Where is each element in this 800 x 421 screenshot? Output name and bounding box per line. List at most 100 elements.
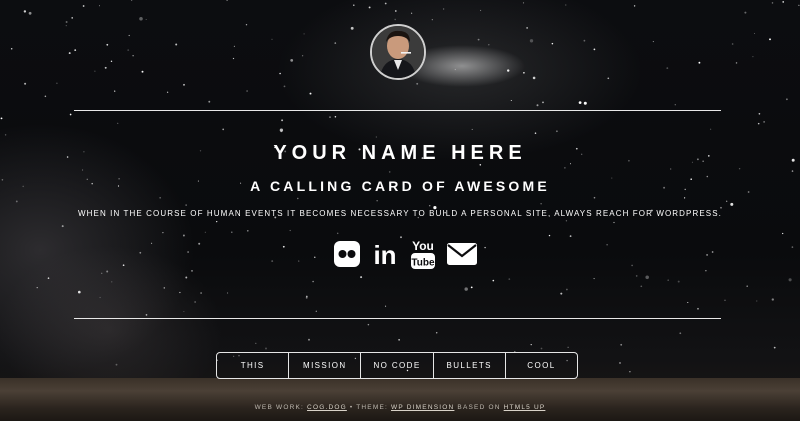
star: [529, 39, 534, 43]
star: [583, 39, 586, 42]
star: [384, 2, 387, 5]
star: [394, 10, 397, 12]
star: [735, 62, 738, 64]
flickr-link[interactable]: [333, 240, 361, 273]
star: [398, 339, 400, 341]
star: [166, 91, 169, 93]
star: [309, 92, 312, 95]
star: [771, 298, 774, 301]
star: [175, 43, 178, 46]
star: [183, 310, 185, 313]
star: [507, 69, 510, 72]
star: [82, 5, 85, 7]
star: [400, 236, 402, 239]
star: [162, 231, 164, 234]
main-nav: THIS MISSION NO CODE BULLETS COOL: [216, 352, 578, 379]
star: [301, 55, 304, 57]
star: [758, 112, 761, 115]
star: [697, 307, 699, 310]
footer-link-html5-up[interactable]: HTML5 UP: [504, 404, 546, 411]
footer-link-wp-dimension[interactable]: WP DIMENSION: [391, 404, 454, 411]
bottom-divider: [74, 318, 721, 319]
nav-item-mission[interactable]: MISSION: [289, 353, 362, 378]
intro-text: WHEN IN THE COURSE OF HUMAN EVENTS IT BE…: [77, 209, 722, 218]
star: [782, 1, 785, 3]
star: [523, 71, 525, 74]
nav-item-this[interactable]: THIS: [217, 353, 290, 378]
star: [738, 167, 741, 170]
star: [232, 57, 235, 60]
nav-item-cool[interactable]: COOL: [506, 353, 577, 378]
star: [226, 0, 228, 1]
star: [187, 251, 189, 253]
nav-item-bullets[interactable]: BULLETS: [434, 353, 506, 378]
footer-link-cog-dog[interactable]: COG.DOG: [307, 404, 347, 411]
star: [593, 278, 595, 280]
star: [454, 68, 456, 71]
star: [204, 231, 206, 233]
star: [726, 200, 728, 202]
star: [127, 49, 130, 51]
star: [122, 264, 125, 267]
star: [139, 17, 143, 21]
star: [139, 251, 142, 254]
star: [480, 9, 482, 12]
star: [104, 66, 107, 69]
star: [709, 128, 712, 130]
star: [791, 246, 794, 248]
star: [145, 18, 147, 21]
star: [281, 119, 284, 122]
star: [279, 72, 281, 75]
planet-horizon: [0, 378, 800, 421]
flickr-icon: [334, 240, 360, 267]
star: [756, 300, 758, 302]
youtube-link[interactable]: You Tube: [410, 238, 436, 275]
star: [394, 18, 396, 21]
star: [679, 332, 682, 335]
star: [151, 242, 153, 244]
email-link[interactable]: [446, 241, 478, 272]
star: [470, 286, 473, 289]
star: [791, 170, 794, 172]
star: [222, 128, 225, 131]
star: [565, 4, 567, 6]
star: [334, 42, 337, 44]
star: [179, 291, 181, 294]
star: [746, 285, 748, 287]
star: [227, 292, 229, 294]
star: [798, 4, 800, 6]
star: [560, 292, 563, 295]
star: [182, 234, 185, 237]
star: [98, 5, 101, 7]
star: [106, 43, 109, 46]
star: [773, 346, 776, 349]
star: [353, 4, 355, 6]
star: [305, 296, 308, 299]
avatar: [370, 24, 426, 80]
star: [674, 104, 676, 106]
youtube-icon-bottom-text: Tube: [411, 257, 435, 268]
star: [24, 82, 27, 85]
star: [477, 38, 480, 41]
star: [769, 38, 771, 41]
footer-prefix: WEB WORK:: [254, 404, 308, 411]
star: [744, 11, 747, 14]
star: [265, 347, 267, 350]
star: [782, 232, 784, 235]
star: [71, 17, 74, 19]
site-title: YOUR NAME HERE: [273, 142, 527, 164]
star: [565, 220, 568, 222]
star: [786, 98, 788, 101]
star: [101, 272, 103, 274]
star: [567, 346, 569, 348]
footer-credits: WEB WORK: COG.DOG • THEME: WP DIMENSION …: [0, 404, 800, 411]
star: [74, 49, 77, 51]
footer-suffix: BASED ON: [454, 404, 504, 411]
star: [208, 100, 211, 103]
star: [303, 33, 305, 35]
star: [411, 12, 413, 14]
star: [159, 197, 161, 199]
nav-item-no-code[interactable]: NO CODE: [361, 353, 434, 378]
linkedin-link[interactable]: in: [371, 240, 399, 273]
star: [10, 47, 13, 50]
